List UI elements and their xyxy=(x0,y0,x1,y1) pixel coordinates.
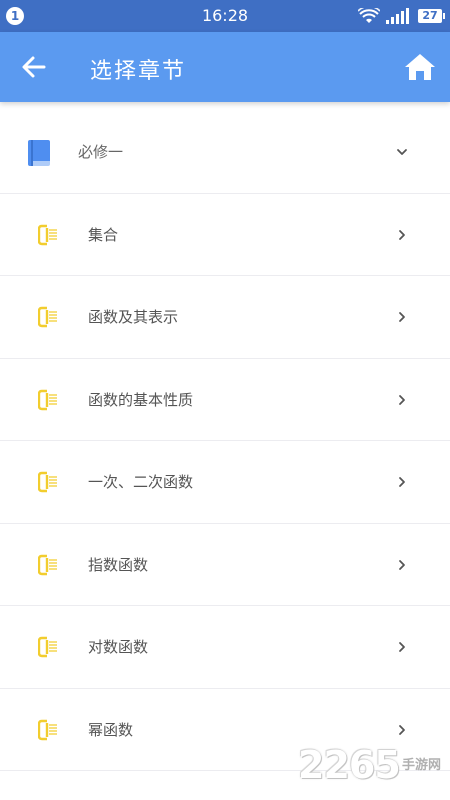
wifi-icon xyxy=(358,8,380,23)
chapter-list: 必修一 集合函数及其表示 函数的基本性质 一次、二次函数 指数函数对数函数幂函数 xyxy=(0,111,450,771)
chapter-label: 集合 xyxy=(88,225,119,244)
chapter-item[interactable]: 一次、二次函数 xyxy=(0,441,450,524)
chapter-icon xyxy=(38,224,57,245)
chevron-right-icon xyxy=(399,394,405,405)
section-header[interactable]: 必修一 xyxy=(0,111,450,194)
chapter-label: 对数函数 xyxy=(88,638,149,656)
chapter-label: 指数函数 xyxy=(88,555,149,574)
chevron-right-icon xyxy=(399,229,405,240)
signal-icon xyxy=(386,8,409,24)
chapter-item[interactable]: 函数的基本性质 xyxy=(0,358,450,441)
chapter-item[interactable]: 指数函数 xyxy=(0,523,450,606)
chapter-icon xyxy=(38,389,57,410)
chapter-label: 函数的基本性质 xyxy=(88,390,194,409)
chevron-right-icon xyxy=(399,312,405,322)
section-label: 必修一 xyxy=(78,143,124,161)
chapter-icon xyxy=(38,636,57,658)
page-title: 选择章节 xyxy=(90,59,187,84)
chapter-label: 幂函数 xyxy=(88,720,134,739)
chevron-right-icon xyxy=(399,559,405,570)
watermark-logo: 2265 手游网 xyxy=(298,742,448,792)
chapter-label: 函数及其表示 xyxy=(88,308,179,326)
status-clock: 16:28 xyxy=(201,6,249,25)
book-icon xyxy=(28,140,50,166)
app-bar: 选择章节 xyxy=(0,32,450,102)
chapter-label: 一次、二次函数 xyxy=(88,473,194,491)
battery-icon: 27 xyxy=(418,9,445,23)
chapter-icon xyxy=(38,554,57,575)
chapter-item[interactable]: 对数函数 xyxy=(0,606,450,689)
chapter-icon xyxy=(38,306,57,328)
chapter-item[interactable]: 集合 xyxy=(0,193,450,276)
chevron-right-icon xyxy=(399,642,405,652)
chapter-icon xyxy=(38,719,57,740)
chevron-down-icon xyxy=(397,149,407,155)
status-bar: 1 16:28 27 xyxy=(0,0,450,32)
chevron-right-icon xyxy=(399,724,405,735)
chapter-item[interactable]: 函数及其表示 xyxy=(0,276,450,359)
watermark-digits: 2265 xyxy=(298,743,401,787)
chevron-right-icon xyxy=(399,477,405,487)
chapter-icon xyxy=(38,471,57,493)
home-button[interactable] xyxy=(404,52,436,82)
watermark-text: 手游网 xyxy=(402,758,442,773)
back-button[interactable] xyxy=(18,53,50,81)
